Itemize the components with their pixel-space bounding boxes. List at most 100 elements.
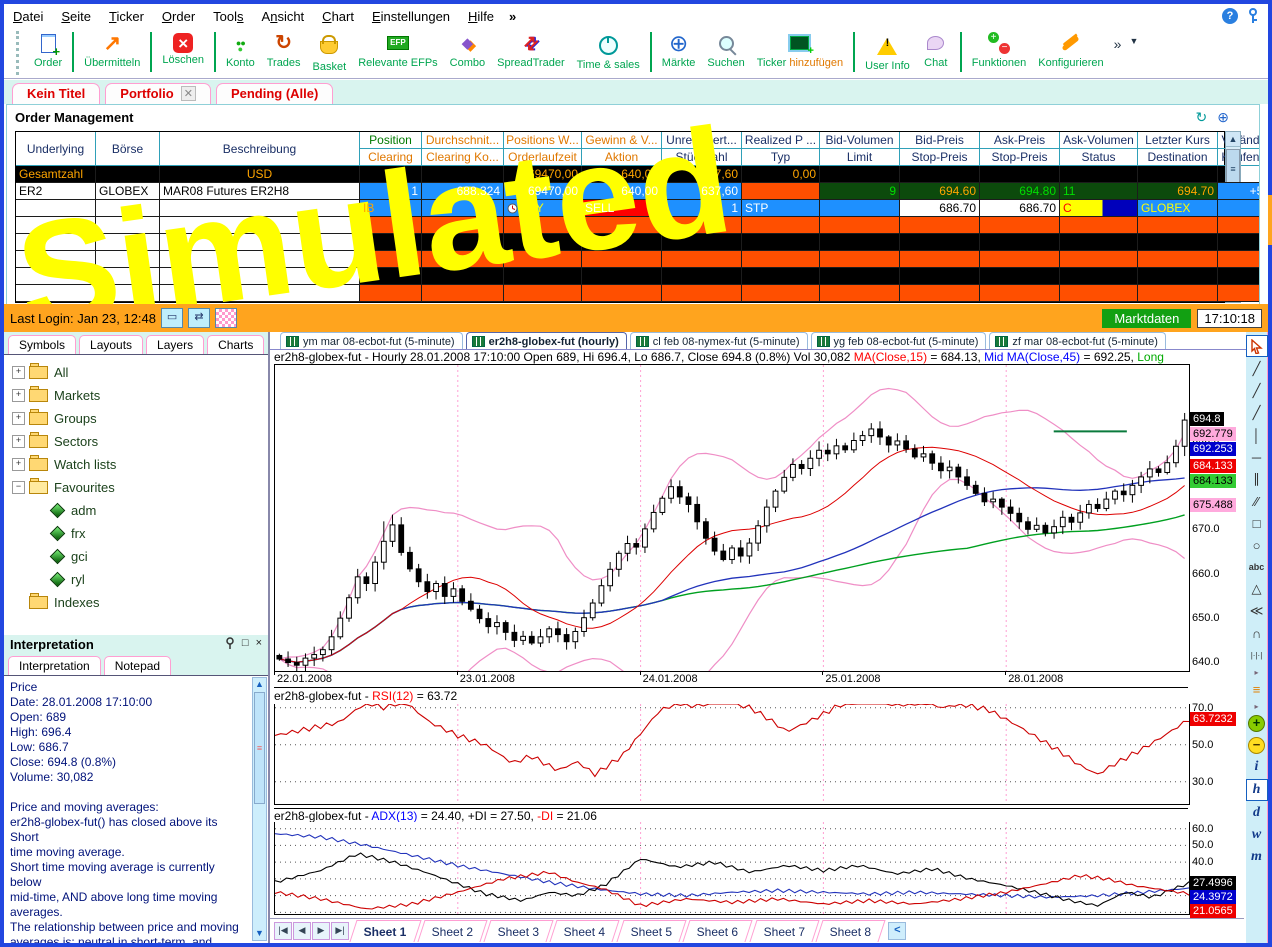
cell[interactable] bbox=[1138, 268, 1218, 285]
menu-seite[interactable]: Seite bbox=[52, 6, 100, 27]
rsi-chart[interactable] bbox=[274, 704, 1190, 805]
cell[interactable] bbox=[1060, 217, 1138, 234]
cell[interactable] bbox=[662, 285, 742, 302]
ray-tool[interactable]: ╱ bbox=[1247, 381, 1267, 401]
sheet-nav-last[interactable]: ▶| bbox=[331, 922, 349, 940]
cell[interactable] bbox=[1138, 166, 1218, 183]
cell[interactable] bbox=[1138, 285, 1218, 302]
column-header-top[interactable]: Ask-Volumen bbox=[1060, 132, 1138, 149]
tree-item-gci[interactable]: gci bbox=[4, 545, 268, 568]
menu-ticker[interactable]: Ticker bbox=[100, 6, 153, 27]
cell[interactable] bbox=[900, 217, 980, 234]
zoom-out-button[interactable] bbox=[1247, 735, 1267, 755]
tree-item-frx[interactable]: frx bbox=[4, 522, 268, 545]
cell[interactable] bbox=[1218, 217, 1260, 234]
cell[interactable] bbox=[980, 234, 1060, 251]
column-header-bottom[interactable]: Destination bbox=[1138, 149, 1218, 166]
sheet-tab-7[interactable]: Sheet 7 bbox=[749, 920, 820, 942]
cell[interactable]: Gesamtzahl bbox=[16, 166, 96, 183]
interval-monthly[interactable]: m bbox=[1247, 847, 1267, 867]
konto-button[interactable]: Konto bbox=[220, 28, 261, 69]
cell[interactable]: C bbox=[1060, 200, 1138, 217]
cell[interactable] bbox=[1138, 217, 1218, 234]
adx-chart[interactable] bbox=[274, 822, 1190, 915]
cell[interactable]: 11 bbox=[1060, 183, 1138, 200]
menu-einstellungen[interactable]: Einstellungen bbox=[363, 6, 459, 27]
cell[interactable] bbox=[820, 200, 900, 217]
cell[interactable]: GLOBEX bbox=[1138, 200, 1218, 217]
column-header-bottom[interactable]: Limit bbox=[820, 149, 900, 166]
interval-weekly[interactable]: w bbox=[1247, 825, 1267, 845]
expand-icon[interactable]: + bbox=[12, 389, 25, 402]
column-header-bottom[interactable]: Status bbox=[1060, 149, 1138, 166]
window-border-right[interactable] bbox=[1268, 0, 1272, 947]
cell[interactable] bbox=[1060, 166, 1138, 183]
cell[interactable] bbox=[900, 285, 980, 302]
interval-hourly[interactable]: h bbox=[1246, 779, 1268, 801]
menu-ansicht[interactable]: Ansicht bbox=[253, 6, 314, 27]
sheet-tab-1[interactable]: Sheet 1 bbox=[349, 920, 421, 942]
cell[interactable]: STP bbox=[742, 200, 820, 217]
close-icon[interactable]: × bbox=[256, 637, 262, 652]
channel-tool[interactable]: ≪ bbox=[1247, 601, 1267, 621]
chat-button[interactable]: Chat bbox=[916, 28, 956, 69]
collapse-icon[interactable]: − bbox=[12, 481, 25, 494]
menu-chart[interactable]: Chart bbox=[313, 6, 363, 27]
cell[interactable] bbox=[900, 268, 980, 285]
cell[interactable] bbox=[1138, 234, 1218, 251]
column-header-top[interactable]: Realized P ... bbox=[742, 132, 820, 149]
column-header-top[interactable]: Bid-Preis bbox=[900, 132, 980, 149]
cell[interactable] bbox=[820, 268, 900, 285]
cell[interactable] bbox=[1060, 251, 1138, 268]
cell[interactable]: +5.90 bbox=[1218, 183, 1260, 200]
scrollbar-thumb[interactable]: ≡ bbox=[254, 692, 265, 804]
triangle-tool[interactable]: △ bbox=[1247, 579, 1267, 599]
tree-item-adm[interactable]: adm bbox=[4, 499, 268, 522]
expand-icon[interactable]: + bbox=[12, 412, 25, 425]
page-tab-pending-alle-[interactable]: Pending (Alle) bbox=[216, 83, 333, 104]
window-scroll-thumb[interactable] bbox=[1268, 195, 1272, 245]
timesales-button[interactable]: Time & sales bbox=[571, 28, 646, 71]
cell[interactable] bbox=[980, 285, 1060, 302]
refresh-icon[interactable]: ↻ bbox=[1196, 109, 1208, 126]
chart-tab[interactable]: ym mar 08-ecbot-fut (5-minute) bbox=[280, 332, 463, 349]
cell[interactable] bbox=[1218, 234, 1260, 251]
expand-icon[interactable]: + bbox=[12, 366, 25, 379]
cell[interactable] bbox=[820, 217, 900, 234]
tab-close-icon[interactable]: ✕ bbox=[181, 86, 196, 101]
cell[interactable] bbox=[1138, 251, 1218, 268]
cell[interactable] bbox=[742, 285, 820, 302]
cell[interactable] bbox=[1060, 285, 1138, 302]
cell[interactable] bbox=[742, 183, 820, 200]
pattern-button[interactable] bbox=[215, 308, 237, 328]
tree-item-indexes[interactable]: Indexes bbox=[4, 591, 268, 614]
toolbar-dropdown-icon[interactable]: ▼ bbox=[1125, 36, 1142, 46]
tab-charts[interactable]: Charts bbox=[207, 335, 264, 354]
loeschen-button[interactable]: Löschen bbox=[156, 28, 210, 66]
cell[interactable] bbox=[1218, 251, 1260, 268]
cell[interactable] bbox=[742, 234, 820, 251]
tab-interpretation[interactable]: Interpretation bbox=[8, 656, 101, 675]
column-header[interactable]: Underlying bbox=[16, 132, 96, 166]
sheet-scroll-left-button[interactable]: < bbox=[888, 922, 906, 940]
parallel-lines-tool[interactable]: ∥ bbox=[1247, 469, 1267, 489]
cell[interactable] bbox=[742, 217, 820, 234]
tab-notepad[interactable]: Notepad bbox=[104, 656, 171, 675]
panel-splitter[interactable]: ▸ bbox=[1247, 667, 1267, 677]
sheet-tab-2[interactable]: Sheet 2 bbox=[417, 920, 488, 942]
scroll-up-icon[interactable]: ▲ bbox=[1226, 132, 1240, 147]
tree-item-sectors[interactable]: +Sectors bbox=[4, 430, 268, 453]
uebermitteln-button[interactable]: Übermitteln bbox=[78, 28, 146, 69]
tree-item-favourites[interactable]: −Favourites bbox=[4, 476, 268, 499]
tree-item-ryl[interactable]: ryl bbox=[4, 568, 268, 591]
cell[interactable] bbox=[742, 268, 820, 285]
indicator-lines-icon[interactable]: ≡ bbox=[1247, 679, 1267, 699]
tab-layers[interactable]: Layers bbox=[146, 335, 204, 354]
spread-button[interactable]: SpreadTrader bbox=[491, 28, 570, 69]
sheet-tab-5[interactable]: Sheet 5 bbox=[616, 920, 687, 942]
chart-tab[interactable]: er2h8-globex-fut (hourly) bbox=[466, 332, 627, 349]
efp-button[interactable]: Relevante EFPs bbox=[352, 28, 443, 69]
funktionen-button[interactable]: Funktionen bbox=[966, 28, 1032, 69]
cursor-tool[interactable] bbox=[1246, 335, 1268, 357]
sheet-tab-4[interactable]: Sheet 4 bbox=[550, 920, 621, 942]
